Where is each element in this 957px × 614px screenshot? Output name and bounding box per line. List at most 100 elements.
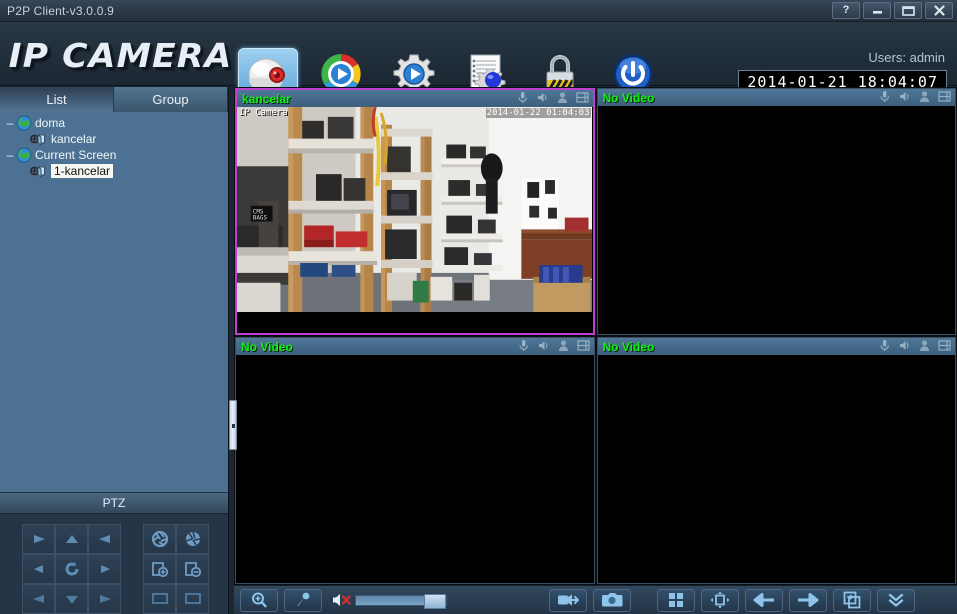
maximize-button[interactable] — [894, 2, 922, 19]
camera-node-icon — [30, 166, 45, 178]
expand-more-button[interactable] — [877, 588, 915, 612]
microphone-icon[interactable] — [517, 339, 530, 352]
ptz-zoom-out-button[interactable] — [176, 554, 209, 584]
zoom-search-button[interactable] — [240, 588, 278, 612]
record-button[interactable] — [549, 588, 587, 612]
volume-slider[interactable] — [355, 593, 447, 609]
video-panel-4-body[interactable] — [597, 355, 955, 583]
close-button[interactable] — [925, 2, 953, 19]
tree-node-current-screen[interactable]: – Current Screen — [2, 147, 228, 163]
expander-icon[interactable]: – — [4, 117, 16, 129]
video-panel-3-body[interactable] — [236, 355, 594, 583]
speaker-icon[interactable] — [536, 91, 549, 104]
ptz-focus-near-button[interactable] — [143, 584, 176, 614]
talk-microphone-button[interactable] — [284, 588, 322, 612]
video-panel-2[interactable]: No Video — [596, 88, 956, 335]
main-area: List Group – doma kancelar – Current Scr… — [0, 87, 957, 614]
window-controls: ? — [832, 2, 953, 19]
video-overlay-camera-name: IP Camera — [239, 108, 288, 118]
grid-layout-button[interactable] — [657, 588, 695, 612]
microphone-icon[interactable] — [878, 339, 891, 352]
ptz-iris-close-button[interactable] — [176, 524, 209, 554]
volume-slider-thumb[interactable] — [424, 593, 446, 609]
minimize-button[interactable] — [863, 2, 891, 19]
ptz-zoom-in-button[interactable] — [143, 554, 176, 584]
tree-node-kancelar[interactable]: kancelar — [2, 131, 228, 147]
ptz-iris-open-button[interactable] — [143, 524, 176, 554]
ptz-up-button[interactable] — [55, 524, 88, 554]
person-icon[interactable] — [918, 339, 931, 352]
video-panel-1[interactable]: kancelar IP Camera 2014-01-22 01:04:03 C… — [235, 88, 595, 335]
ptz-down-right-button[interactable] — [22, 524, 55, 554]
globe-icon — [16, 115, 32, 131]
tree-node-1-kancelar[interactable]: 1-kancelar — [2, 163, 228, 179]
triangle-up-icon — [65, 535, 78, 543]
ptz-panel — [0, 514, 228, 614]
triangle-left-icon — [33, 565, 43, 573]
ptz-left-button[interactable] — [22, 554, 55, 584]
microphone-icon[interactable] — [878, 90, 891, 103]
volume-control[interactable] — [332, 591, 447, 609]
tree-node-doma[interactable]: – doma — [2, 115, 228, 131]
sidebar-splitter-handle[interactable] — [229, 400, 237, 450]
grid-2x2-icon — [669, 593, 683, 607]
video-panel-1-icons — [516, 91, 589, 104]
device-tree: – doma kancelar – Current Screen 1-kance… — [0, 112, 228, 179]
ptz-header: PTZ — [0, 492, 228, 514]
video-panel-4-title: No Video — [602, 339, 655, 354]
tab-list[interactable]: List — [0, 87, 114, 112]
speaker-icon[interactable] — [537, 339, 550, 352]
iris-close-icon — [185, 531, 200, 546]
record-camera-icon — [558, 594, 579, 606]
layout-icon[interactable] — [938, 339, 951, 352]
triangle-down-left-icon — [32, 595, 44, 603]
ptz-down-button[interactable] — [55, 584, 88, 614]
video-panel-4[interactable]: No Video — [596, 337, 956, 584]
tab-group-label: Group — [152, 92, 189, 107]
switch-stream-button[interactable] — [833, 588, 871, 612]
ptz-down-right2-button[interactable] — [88, 584, 121, 614]
previous-button[interactable] — [745, 588, 783, 612]
arrow-left-icon — [753, 593, 774, 607]
tree-node-1-kancelar-label: 1-kancelar — [51, 164, 114, 178]
ptz-down-left-button[interactable] — [22, 584, 55, 614]
help-label: ? — [842, 4, 850, 16]
ptz-up-left-button[interactable] — [88, 524, 121, 554]
ptz-auto-scan-button[interactable] — [55, 554, 88, 584]
video-panel-3-icons — [517, 339, 590, 352]
ptz-controls — [0, 524, 228, 614]
snapshot-button[interactable] — [593, 588, 631, 612]
next-button[interactable] — [789, 588, 827, 612]
tab-group[interactable]: Group — [114, 87, 228, 112]
fullscreen-button[interactable] — [701, 588, 739, 612]
speaker-muted-icon[interactable] — [332, 591, 352, 609]
person-icon[interactable] — [918, 90, 931, 103]
person-icon[interactable] — [556, 91, 569, 104]
microphone-icon[interactable] — [516, 91, 529, 104]
app-title: P2P Client-v3.0.0.9 — [7, 3, 114, 18]
tree-node-doma-label: doma — [35, 116, 66, 130]
camera-live-image: CMS BAGS — [237, 107, 593, 313]
speaker-icon[interactable] — [898, 90, 911, 103]
help-button[interactable]: ? — [832, 2, 860, 19]
globe-icon — [16, 147, 32, 163]
focus-far-icon — [184, 593, 201, 604]
layout-icon[interactable] — [576, 339, 590, 352]
app-header: IP CAMERA Users: admin 2014-01-21 18:04:… — [0, 22, 957, 100]
ptz-right-button[interactable] — [88, 554, 121, 584]
layout-icon[interactable] — [575, 91, 589, 104]
speaker-icon[interactable] — [898, 339, 911, 352]
video-panel-2-body[interactable] — [597, 106, 955, 334]
person-icon[interactable] — [557, 339, 570, 352]
ptz-title: PTZ — [102, 496, 126, 510]
triangle-down-right-icon — [33, 535, 45, 543]
focus-near-icon — [151, 593, 168, 604]
video-panel-1-header: kancelar — [237, 90, 593, 107]
ptz-focus-far-button[interactable] — [176, 584, 209, 614]
expander-icon[interactable]: – — [4, 149, 16, 161]
video-overlay-timestamp: 2014-01-22 01:04:03 — [485, 108, 591, 118]
layout-icon[interactable] — [938, 90, 951, 103]
video-panel-1-body[interactable]: IP Camera 2014-01-22 01:04:03 CMS BAGS — [237, 107, 593, 333]
minimize-icon — [872, 11, 882, 14]
video-panel-3[interactable]: No Video — [235, 337, 595, 584]
